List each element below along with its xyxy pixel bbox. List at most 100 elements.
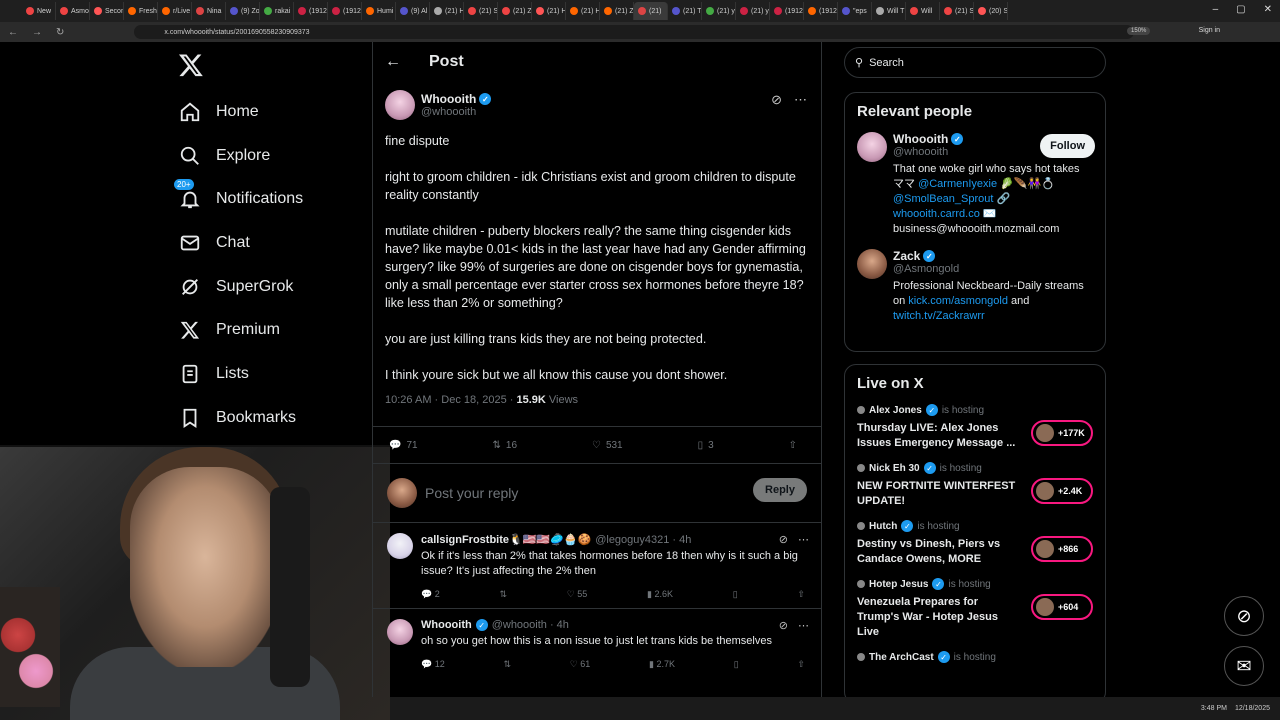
browser-tab[interactable]: (21) H: [532, 2, 566, 20]
repost-icon[interactable]: ⇅: [503, 659, 511, 670]
bio-link[interactable]: twitch.tv/Zackrawrr: [893, 310, 985, 322]
live-host-name[interactable]: Alex Jones: [869, 405, 922, 416]
reply-submit-button[interactable]: Reply: [753, 478, 807, 502]
bio-link[interactable]: kick.com/asmongold: [908, 295, 1008, 307]
like-button[interactable]: ♡ 531: [592, 440, 623, 451]
live-title-text[interactable]: NEW FORTNITE WINTERFEST UPDATE!: [857, 479, 1022, 509]
live-title-text[interactable]: Thursday LIVE: Alex Jones Issues Emergen…: [857, 421, 1022, 451]
browser-tab[interactable]: r/Live: [158, 2, 192, 20]
live-title-text[interactable]: Destiny vs Dinesh, Piers vs Candace Owen…: [857, 537, 1022, 567]
browser-tab[interactable]: Asmo: [56, 2, 90, 20]
browser-tab[interactable]: Will: [906, 2, 940, 20]
browser-signin-button[interactable]: Sign in: [1199, 27, 1220, 34]
back-arrow-icon[interactable]: ←: [385, 53, 401, 71]
more-options-icon[interactable]: ⋯: [798, 533, 809, 546]
post-time[interactable]: 10:26 AM · Dec 18, 2025 ·: [385, 394, 516, 406]
grok-float-button[interactable]: ⊘: [1224, 596, 1264, 636]
live-item[interactable]: Hutch ✓ is hosting Destiny vs Dinesh, Piers…: [845, 514, 1105, 572]
reply-author-name[interactable]: callsignFrostbite🐧🇺🇸🇺🇸🥏🧁🍪: [421, 533, 591, 546]
share-button[interactable]: ⇧: [789, 440, 797, 451]
restore-button[interactable]: ▢: [1236, 4, 1245, 15]
relevant-person[interactable]: Zack ✓ @Asmongold Professional Neckbeard-…: [845, 243, 1105, 330]
search-input[interactable]: ⚲ Search: [844, 47, 1106, 78]
grok-icon[interactable]: ⊘: [779, 533, 788, 546]
share-icon[interactable]: ⇧: [797, 589, 805, 600]
avatar[interactable]: [385, 90, 415, 120]
browser-tab[interactable]: (9) Al: [396, 2, 430, 20]
reply-item[interactable]: callsignFrostbite🐧🇺🇸🇺🇸🥏🧁🍪 @legoguy4321 · …: [373, 523, 821, 609]
live-item[interactable]: Hotep Jesus ✓ is hosting Venezuela Prepares…: [845, 572, 1105, 645]
browser-tab[interactable]: Secon: [90, 2, 124, 20]
repost-button[interactable]: ⇅ 16: [493, 440, 518, 451]
repost-icon[interactable]: ⇅: [499, 589, 507, 600]
relevant-person[interactable]: Whoooith ✓ @whoooith That one woke girl w…: [845, 126, 1105, 243]
browser-tab[interactable]: "eps: [838, 2, 872, 20]
share-icon[interactable]: ⇧: [797, 659, 805, 670]
browser-tab[interactable]: rakai: [260, 2, 294, 20]
browser-tab[interactable]: (1912: [294, 2, 328, 20]
minimize-button[interactable]: –: [1213, 4, 1219, 15]
reply-author-handle[interactable]: @legoguy4321 · 4h: [595, 534, 691, 546]
reply-button[interactable]: 💬 12: [421, 659, 445, 670]
grok-icon[interactable]: ⊘: [771, 92, 782, 108]
more-options-icon[interactable]: ⋯: [794, 92, 807, 108]
live-item[interactable]: The ArchCast ✓ is hosting: [845, 645, 1105, 673]
live-listener-pill[interactable]: +866: [1031, 536, 1093, 562]
nav-premium[interactable]: Premium: [178, 308, 303, 352]
browser-tab[interactable]: Fresh: [124, 2, 158, 20]
views-button[interactable]: ▮ 2.6K: [647, 589, 673, 600]
live-listener-pill[interactable]: +604: [1031, 594, 1093, 620]
url-field[interactable]: x.com/whoooith/status/200169055823090937…: [134, 25, 1151, 39]
bookmark-icon[interactable]: ▯: [734, 659, 739, 670]
nav-notifications[interactable]: 20+ Notifications: [174, 177, 303, 221]
bio-link[interactable]: @CarmenIyexie: [918, 178, 997, 190]
browser-tab[interactable]: (21) H: [566, 2, 600, 20]
browser-tab[interactable]: (1912: [328, 2, 362, 20]
reload-icon[interactable]: ↻: [56, 27, 64, 38]
views-button[interactable]: ▮ 2.7K: [649, 659, 675, 670]
messages-float-button[interactable]: ✉: [1224, 646, 1264, 686]
browser-tab[interactable]: (21) S: [940, 2, 974, 20]
browser-tab[interactable]: (21) Z: [600, 2, 634, 20]
avatar[interactable]: [387, 533, 413, 559]
reply-author-handle[interactable]: @whoooith · 4h: [492, 619, 569, 631]
forward-icon[interactable]: →: [32, 27, 42, 38]
author-name[interactable]: Whoooith: [421, 92, 476, 106]
browser-tab[interactable]: (21) y: [736, 2, 770, 20]
more-options-icon[interactable]: ⋯: [798, 619, 809, 632]
nav-lists[interactable]: Lists: [178, 352, 303, 396]
bio-link[interactable]: @SmolBean_Sprout: [893, 193, 993, 205]
avatar[interactable]: [857, 132, 887, 162]
live-item[interactable]: Nick Eh 30 ✓ is hosting NEW FORTNITE WINTER…: [845, 456, 1105, 514]
person-name[interactable]: Whoooith: [893, 132, 948, 146]
reply-author-name[interactable]: Whoooith: [421, 619, 472, 631]
reply-button[interactable]: 💬 71: [389, 440, 418, 451]
browser-tab[interactable]: Nina: [192, 2, 226, 20]
like-button[interactable]: ♡ 61: [570, 659, 591, 670]
browser-tab[interactable]: (21) Z: [498, 2, 532, 20]
bookmark-button[interactable]: ▯ 3: [698, 440, 714, 451]
browser-tab[interactable]: Humi: [362, 2, 396, 20]
person-name[interactable]: Zack: [893, 249, 920, 263]
author-handle[interactable]: @whoooith: [421, 106, 491, 118]
avatar[interactable]: [387, 619, 413, 645]
live-host-name[interactable]: Hutch: [869, 521, 897, 532]
browser-tab[interactable]: (21): [634, 2, 668, 20]
browser-tab[interactable]: Will T: [872, 2, 906, 20]
zoom-badge[interactable]: 150%: [1127, 27, 1151, 35]
browser-tab[interactable]: (21) T: [668, 2, 702, 20]
like-button[interactable]: ♡ 55: [567, 589, 588, 600]
browser-tab[interactable]: (9) Zo: [226, 2, 260, 20]
reply-input[interactable]: Post your reply: [425, 485, 518, 501]
browser-tab[interactable]: New: [22, 2, 56, 20]
close-window-button[interactable]: ✕: [1264, 4, 1272, 15]
live-host-name[interactable]: Hotep Jesus: [869, 579, 928, 590]
grok-icon[interactable]: ⊘: [779, 619, 788, 632]
nav-explore[interactable]: Explore: [178, 134, 303, 178]
follow-button[interactable]: Follow: [1040, 134, 1095, 158]
nav-supergrok[interactable]: SuperGrok: [178, 265, 303, 309]
browser-tab[interactable]: (21) S: [464, 2, 498, 20]
reply-button[interactable]: 💬 2: [421, 589, 440, 600]
reply-item[interactable]: Whoooith ✓ @whoooith · 4h oh so you get ho…: [373, 609, 821, 678]
browser-tab[interactable]: (1912: [770, 2, 804, 20]
